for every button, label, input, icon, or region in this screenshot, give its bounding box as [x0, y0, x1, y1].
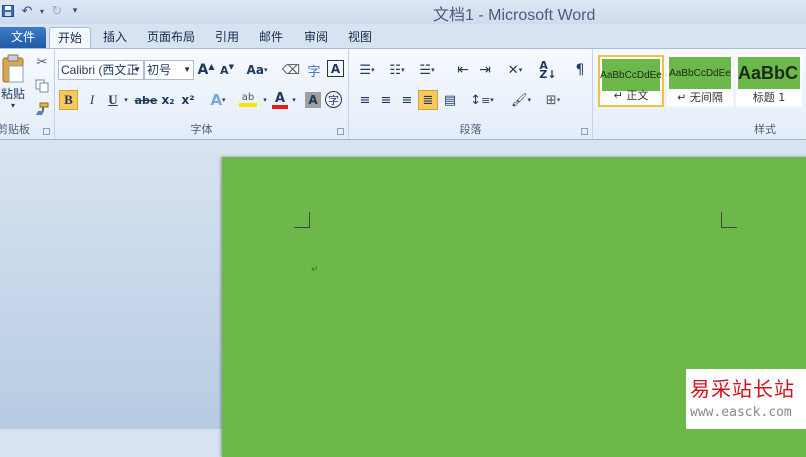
cut-icon[interactable]: ✂ — [34, 54, 50, 70]
paragraph-group: ☰ ▾ ☷ ▾ ☱ ▾ ⇤ ⇥ ✕ ▾ A Z↓ ¶ ≡ ≡ ≡ ≣ ▤ ↕ ≡ ▾ 🖌 ▾ ⊞… — [349, 49, 593, 139]
justify-icon[interactable]: ≣ — [418, 90, 438, 110]
tab-references[interactable]: 引用 — [208, 27, 246, 48]
font-dialog-launcher-icon[interactable] — [337, 128, 344, 135]
styles-group-label: 样式 — [754, 123, 776, 136]
tab-view[interactable]: 视图 — [341, 27, 379, 48]
paste-dropdown-icon[interactable]: ▾ — [8, 101, 18, 110]
font-size-value: 初号 — [147, 63, 172, 77]
font-color-icon[interactable]: A — [270, 90, 290, 110]
tab-file[interactable]: 文件 — [0, 27, 46, 48]
numbering-icon[interactable]: ☷ ▾ — [385, 60, 409, 80]
style-normal-label: ↵ 正文 — [613, 89, 649, 102]
strikethrough-button[interactable]: abe — [135, 90, 158, 110]
font-name-combo[interactable]: Calibri (西文正 ▼ — [58, 60, 144, 80]
borders-icon[interactable]: ⊞ ▾ — [539, 90, 567, 110]
change-case-icon[interactable]: Aa ▾ — [244, 60, 270, 80]
align-left-icon[interactable]: ≡ — [355, 90, 375, 110]
ribbon: 粘贴 ▾ ✂ 剪贴板 Calibri (西文正 ▼ 初号 ▼ A ▲ A ▼ Aa ▾… — [0, 48, 806, 140]
font-size-combo[interactable]: 初号 ▼ — [144, 60, 194, 80]
character-shading-icon[interactable]: A — [305, 92, 321, 108]
tab-mailings[interactable]: 邮件 — [252, 27, 290, 48]
align-right-icon[interactable]: ≡ — [397, 90, 417, 110]
paste-button-label[interactable]: 粘贴 — [0, 85, 26, 101]
character-border-icon[interactable]: A — [327, 60, 344, 77]
style-heading-1[interactable]: AaBbC 标题 1 — [736, 55, 802, 107]
grow-font-icon[interactable]: A ▲ — [197, 60, 215, 80]
font-group-label: 字体 — [190, 123, 213, 136]
quick-access-toolbar: ↶ ▾ ↻ ▾ — [0, 2, 82, 20]
watermark-url: www.easck.com — [690, 405, 792, 420]
font-color-dropdown-icon[interactable]: ▾ — [290, 90, 298, 110]
ribbon-tab-row: 文件 开始 插入 页面布局 引用 邮件 审阅 视图 — [0, 24, 806, 49]
multilevel-list-icon[interactable]: ☱ ▾ — [415, 60, 439, 80]
redo-icon[interactable]: ↻ — [46, 3, 68, 19]
crop-mark-top-right — [721, 212, 737, 228]
watermark: 易采站长站 www.easck.com — [686, 369, 806, 429]
superscript-button[interactable]: x² — [179, 90, 197, 110]
sort-icon[interactable]: A Z↓ — [537, 60, 559, 80]
enclose-characters-icon[interactable]: 字 — [325, 91, 342, 108]
underline-dropdown-icon[interactable]: ▾ — [121, 90, 131, 110]
paragraph-mark-icon: ↵ — [311, 265, 319, 275]
chinese-layout-icon[interactable]: ✕ ▾ — [502, 60, 528, 80]
distributed-icon[interactable]: ▤ — [440, 90, 460, 110]
paste-icon[interactable] — [0, 53, 26, 85]
style-normal[interactable]: AaBbCcDdEe ↵ 正文 — [598, 55, 664, 107]
undo-dropdown-icon[interactable]: ▾ — [38, 3, 46, 19]
decrease-indent-icon[interactable]: ⇤ — [453, 60, 473, 80]
paragraph-group-label: 段落 — [459, 123, 482, 136]
format-painter-icon[interactable] — [34, 101, 50, 117]
highlight-dropdown-icon[interactable]: ▾ — [261, 90, 269, 110]
text-effects-icon[interactable]: A ▾ — [207, 90, 229, 110]
increase-indent-icon[interactable]: ⇥ — [475, 60, 495, 80]
style-no-spacing[interactable]: AaBbCcDdEe ↵ 无间隔 — [667, 55, 733, 107]
watermark-title: 易采站长站 — [690, 377, 795, 401]
align-center-icon[interactable]: ≡ — [376, 90, 396, 110]
font-name-dropdown-icon[interactable]: ▼ — [133, 61, 141, 79]
tab-page-layout[interactable]: 页面布局 — [140, 27, 202, 48]
subscript-button[interactable]: x₂ — [159, 90, 177, 110]
paragraph-dialog-launcher-icon[interactable] — [581, 128, 588, 135]
window-title: 文档1 - Microsoft Word — [433, 7, 596, 24]
style-heading-1-label: 标题 1 — [752, 91, 786, 104]
style-no-spacing-label: ↵ 无间隔 — [677, 91, 723, 104]
underline-button[interactable]: U — [105, 90, 121, 110]
crop-mark-top-left — [294, 212, 310, 228]
undo-icon[interactable]: ↶ — [16, 3, 38, 19]
phonetic-guide-icon[interactable]: 字 — [304, 60, 324, 80]
copy-icon[interactable] — [34, 78, 50, 94]
tab-insert[interactable]: 插入 — [96, 27, 134, 48]
save-icon[interactable] — [0, 3, 16, 19]
font-size-dropdown-icon[interactable]: ▼ — [183, 61, 191, 79]
clear-formatting-icon[interactable]: ⌫ — [281, 60, 301, 80]
line-spacing-icon[interactable]: ↕ ≡ ▾ — [469, 90, 495, 110]
clipboard-group: 粘贴 ▾ ✂ 剪贴板 — [0, 49, 55, 139]
show-marks-icon[interactable]: ¶ — [571, 60, 589, 80]
style-heading-1-preview: AaBbC — [738, 57, 800, 89]
styles-group: AaBbCcDdEe ↵ 正文 AaBbCcDdEe ↵ 无间隔 AaBbC 标… — [593, 49, 806, 139]
title-bar: ↶ ▾ ↻ ▾ 文档1 - Microsoft Word — [0, 0, 806, 24]
font-group: Calibri (西文正 ▼ 初号 ▼ A ▲ A ▼ Aa ▾ ⌫ 字 A B I … — [55, 49, 349, 139]
tab-home[interactable]: 开始 — [49, 27, 91, 49]
tab-review[interactable]: 审阅 — [297, 27, 335, 48]
text-highlight-icon[interactable]: ab — [235, 90, 261, 110]
shrink-font-icon[interactable]: A ▼ — [218, 60, 236, 80]
customize-qat-icon[interactable]: ▾ — [68, 3, 82, 19]
bold-button[interactable]: B — [59, 90, 78, 110]
shading-icon[interactable]: 🖌 ▾ — [507, 90, 535, 110]
italic-button[interactable]: I — [83, 90, 101, 110]
font-name-value: Calibri (西文正 — [61, 63, 139, 77]
style-no-spacing-preview: AaBbCcDdEe — [669, 57, 731, 89]
clipboard-dialog-launcher-icon[interactable] — [43, 128, 50, 135]
bullets-icon[interactable]: ☰ ▾ — [355, 60, 379, 80]
